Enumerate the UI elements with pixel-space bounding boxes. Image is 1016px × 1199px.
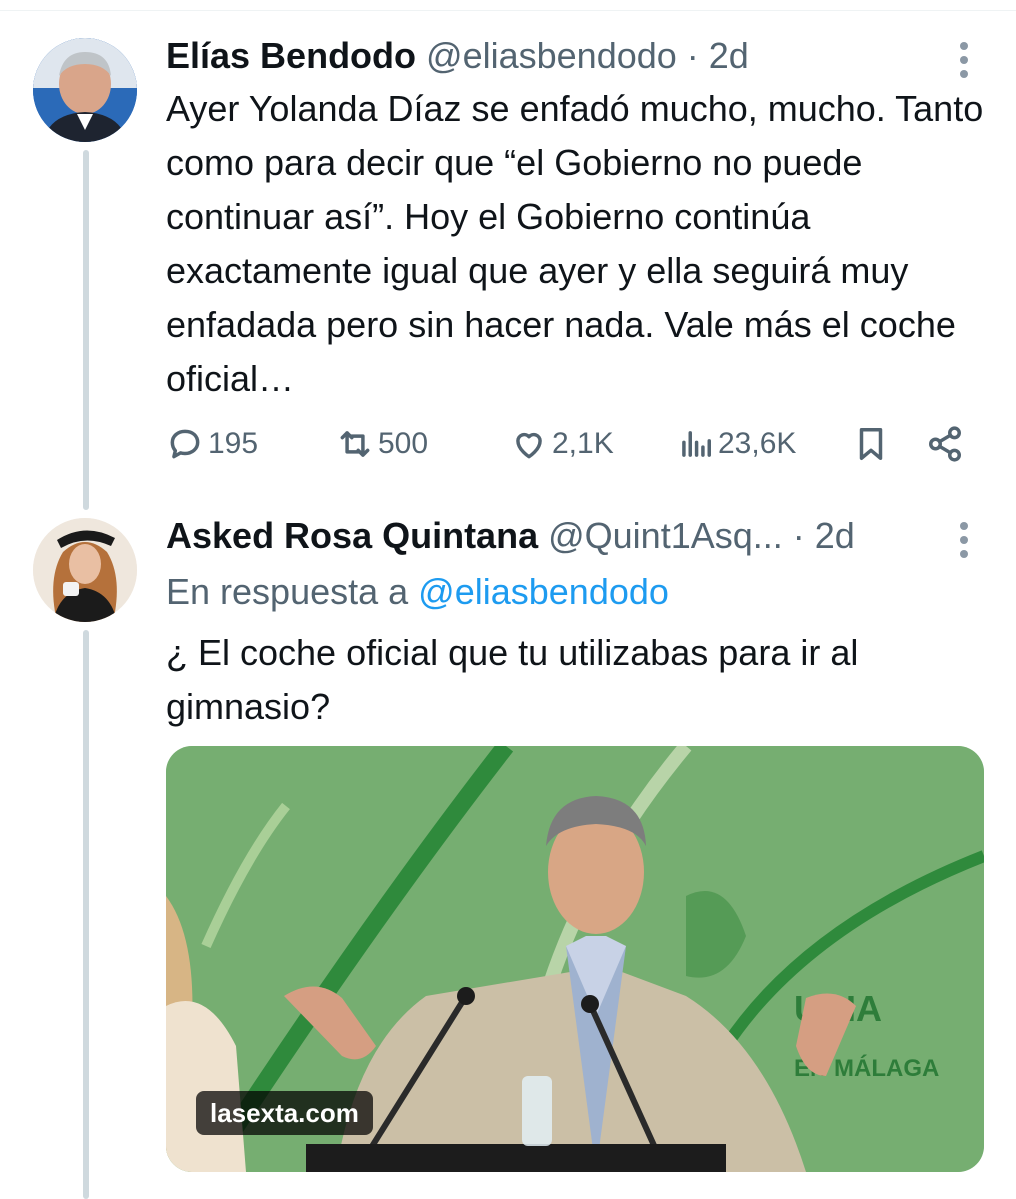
reply-count: 195: [208, 427, 259, 460]
more-icon[interactable]: [952, 518, 976, 558]
reply-prefix: En respuesta a: [166, 571, 419, 612]
reply-mention-link[interactable]: @eliasbendodo: [418, 571, 669, 612]
tweet-text: Ayer Yolanda Díaz se enfadó mucho, mucho…: [166, 88, 984, 399]
like-icon: [516, 432, 542, 459]
author-name[interactable]: Elías Bendodo: [166, 35, 416, 76]
media-source-label[interactable]: lasexta.com: [196, 1091, 373, 1135]
like-count: 2,1K: [552, 427, 614, 460]
top-divider: [0, 0, 1016, 11]
view-count: 23,6K: [718, 427, 797, 460]
share-icon: [929, 426, 961, 462]
author-handle[interactable]: @Quint1Asq...: [548, 515, 783, 556]
views-button[interactable]: 23,6K: [676, 420, 796, 468]
reply-button[interactable]: 195: [166, 420, 258, 468]
avatar[interactable]: [33, 518, 137, 622]
views-icon: [682, 431, 711, 457]
thread-connector: [83, 630, 89, 1199]
tweet-header: Asked Rosa Quintana @Quint1Asq... · 2d: [166, 516, 855, 556]
bookmark-icon: [859, 428, 883, 460]
repost-button[interactable]: 500: [336, 420, 428, 468]
bookmark-button[interactable]: [852, 420, 890, 468]
author-handle[interactable]: @eliasbendodo: [426, 35, 677, 76]
timestamp[interactable]: · 2d: [793, 515, 855, 556]
like-button[interactable]: 2,1K: [510, 420, 614, 468]
repost-icon: [340, 431, 370, 457]
reply-context: En respuesta a @eliasbendodo: [166, 570, 669, 614]
repost-count: 500: [378, 427, 429, 460]
tweet-actions: 195 500 2,1K 23,6K: [166, 420, 976, 468]
tweet-text: ¿ El coche oficial que tu utilizabas par…: [166, 632, 859, 727]
media-image[interactable]: UCIA EN MÁLAGA lasexta.com: [166, 746, 984, 1172]
thread-connector: [83, 150, 89, 510]
share-button[interactable]: [926, 420, 964, 468]
tweet-header: Elías Bendodo @eliasbendodo · 2d: [166, 36, 749, 76]
avatar[interactable]: [33, 38, 137, 142]
reply-icon: [170, 429, 200, 459]
more-icon[interactable]: [952, 38, 976, 78]
timestamp[interactable]: · 2d: [687, 35, 749, 76]
author-name[interactable]: Asked Rosa Quintana: [166, 515, 538, 556]
